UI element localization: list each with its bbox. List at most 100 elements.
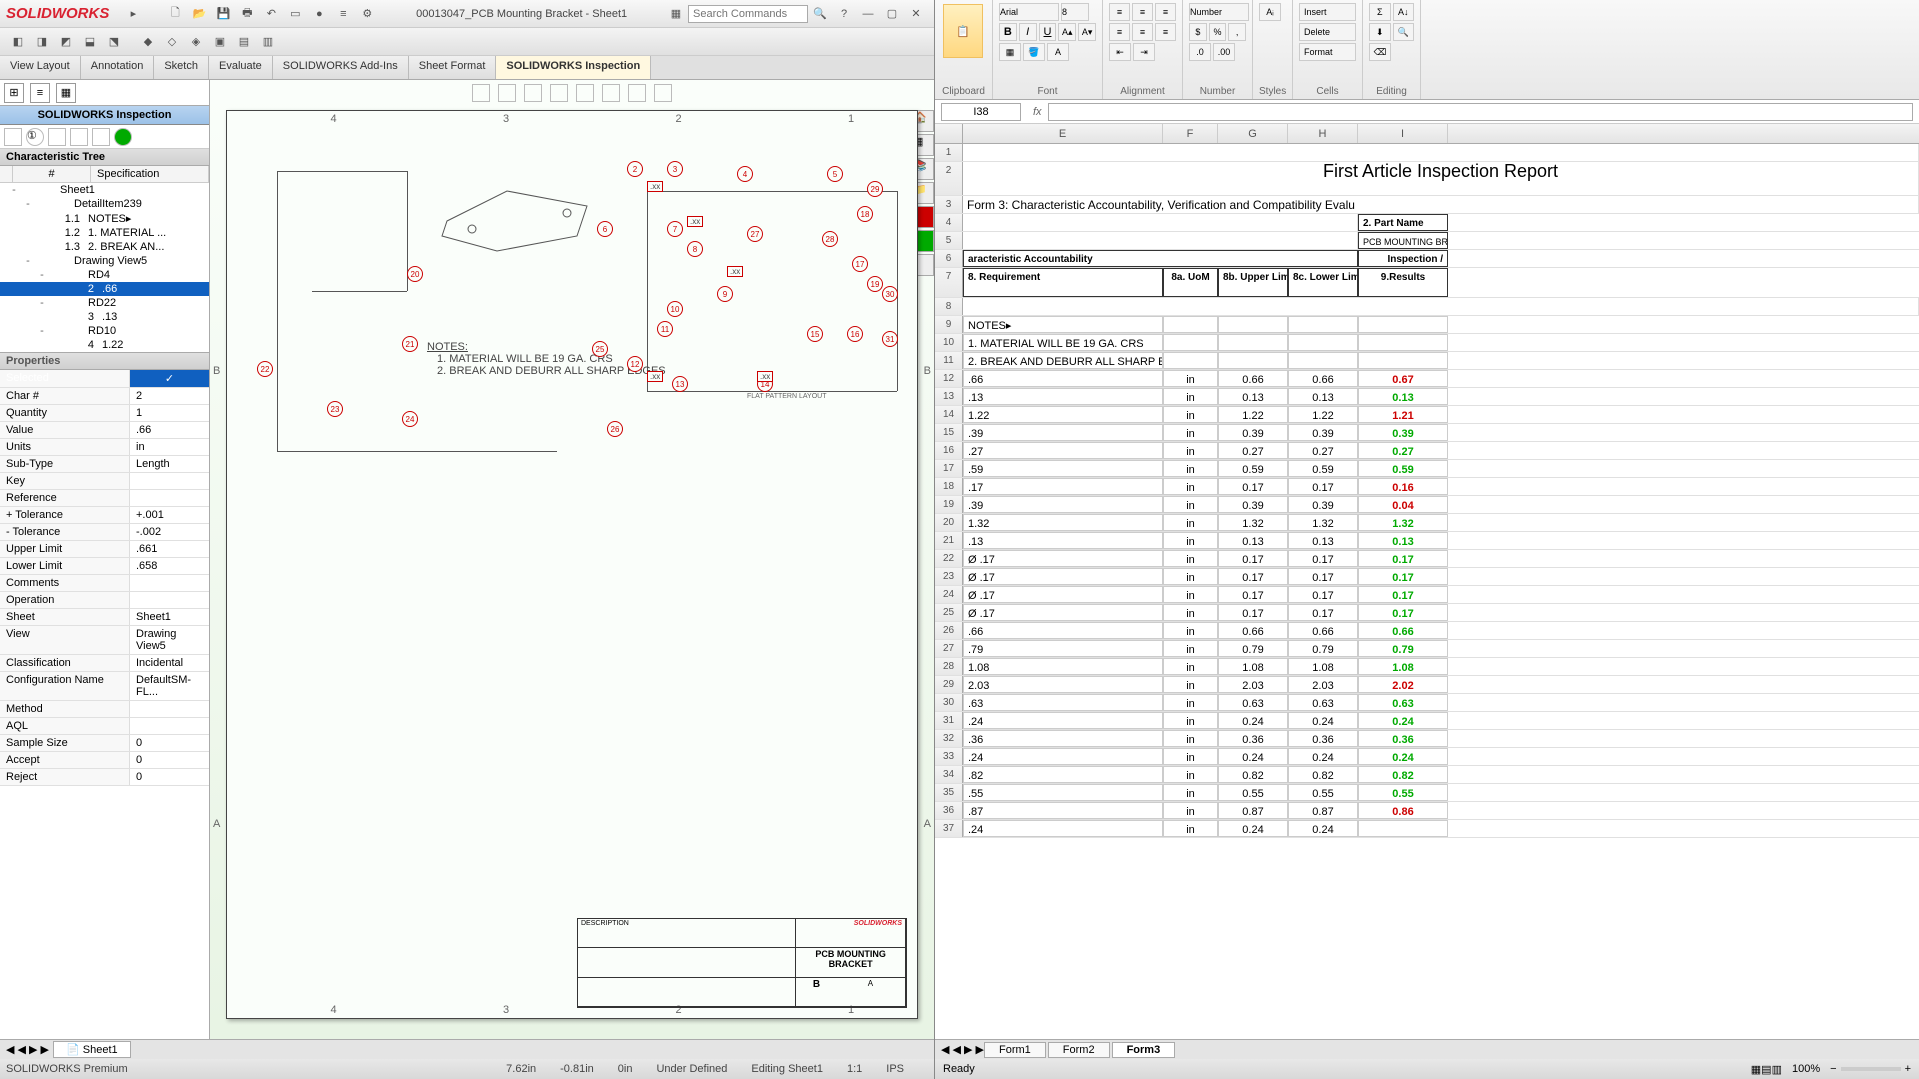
grid-row[interactable]: 201.32in1.321.321.32 <box>935 514 1919 532</box>
balloon[interactable]: 27 <box>747 226 763 242</box>
indent-dec[interactable]: ⇤ <box>1109 43 1131 61</box>
grid-row[interactable]: 31.24in0.240.240.24 <box>935 712 1919 730</box>
grid-row[interactable]: 22Ø .17in0.170.170.17 <box>935 550 1919 568</box>
col-header-F[interactable]: F <box>1163 124 1218 143</box>
balloon[interactable]: 22 <box>257 361 273 377</box>
tree-row[interactable]: 1.32. BREAK AN... <box>0 240 209 254</box>
insp-tool-1[interactable] <box>4 128 22 146</box>
grid-row[interactable]: 101. MATERIAL WILL BE 19 GA. CRS <box>935 334 1919 352</box>
grid-row[interactable]: 15.39in0.390.390.39 <box>935 424 1919 442</box>
number-format-select[interactable] <box>1189 3 1249 21</box>
col-header-E[interactable]: E <box>963 124 1163 143</box>
save-icon[interactable]: 💾 <box>213 4 233 24</box>
grow-font-button[interactable]: A▴ <box>1058 23 1076 41</box>
format-button[interactable]: Format <box>1299 43 1356 61</box>
qa-icon-4[interactable]: ⬓ <box>80 32 100 52</box>
cell-styles[interactable]: Aᵢ <box>1259 3 1281 21</box>
grid-row[interactable]: 3Form 3: Characteristic Accountability, … <box>935 196 1919 214</box>
qa-icon-7[interactable]: ◇ <box>162 32 182 52</box>
balloon[interactable]: 5 <box>827 166 843 182</box>
italic-button[interactable]: I <box>1019 23 1037 41</box>
grid-row[interactable]: 37.24in0.240.24 <box>935 820 1919 838</box>
autosum-button[interactable]: Σ <box>1369 3 1391 21</box>
property-row[interactable]: Method <box>0 701 209 718</box>
balloon[interactable]: 6 <box>597 221 613 237</box>
grid-row[interactable]: 24Ø .17in0.170.170.17 <box>935 586 1919 604</box>
grid-row[interactable]: 141.22in1.221.221.21 <box>935 406 1919 424</box>
property-row[interactable]: Reject0 <box>0 769 209 786</box>
property-row[interactable]: + Tolerance+.001 <box>0 507 209 524</box>
grid-row[interactable]: 2First Article Inspection Report <box>935 162 1919 196</box>
clear-button[interactable]: ⌫ <box>1369 43 1391 61</box>
view-break-icon[interactable]: ▥ <box>1772 1063 1782 1076</box>
fx-icon[interactable]: fx <box>1033 106 1042 118</box>
font-color-button[interactable]: A <box>1047 43 1069 61</box>
sheet-tab-form2[interactable]: Form2 <box>1048 1042 1110 1058</box>
apply-scene-icon[interactable] <box>628 84 646 102</box>
insert-button[interactable]: Insert <box>1299 3 1356 21</box>
grid-row[interactable]: 6aracteristic AccountabilityInspection / <box>935 250 1919 268</box>
view-layout-icon[interactable]: ▤ <box>1761 1063 1771 1076</box>
tree-row[interactable]: -RD4 <box>0 268 209 282</box>
sort-button[interactable]: A↓ <box>1393 3 1415 21</box>
name-box[interactable] <box>941 103 1021 121</box>
col-header-H[interactable]: H <box>1288 124 1358 143</box>
property-row[interactable]: Reference <box>0 490 209 507</box>
grid-row[interactable]: 16.27in0.270.270.27 <box>935 442 1919 460</box>
grid-row[interactable]: 12.66in0.660.660.67 <box>935 370 1919 388</box>
grid-row[interactable]: 281.08in1.081.081.08 <box>935 658 1919 676</box>
select-all-corner[interactable] <box>935 124 963 143</box>
qa-icon-10[interactable]: ▤ <box>234 32 254 52</box>
balloon[interactable]: 16 <box>847 326 863 342</box>
zoom-fit-icon[interactable] <box>472 84 490 102</box>
balloon[interactable]: 19 <box>867 276 883 292</box>
grid-row[interactable]: 18.17in0.170.170.16 <box>935 478 1919 496</box>
dimension[interactable]: .xx <box>647 181 663 192</box>
property-row[interactable]: Accept0 <box>0 752 209 769</box>
view-normal-icon[interactable]: ▦ <box>1751 1063 1761 1076</box>
balloon[interactable]: 7 <box>667 221 683 237</box>
tree-row[interactable]: 41.22 <box>0 338 209 352</box>
qa-icon-3[interactable]: ◩ <box>56 32 76 52</box>
balloon[interactable]: 18 <box>857 206 873 222</box>
sw-tab-solidworks-inspection[interactable]: SOLIDWORKS Inspection <box>496 56 651 79</box>
grid-row[interactable]: 21.13in0.130.130.13 <box>935 532 1919 550</box>
property-row[interactable]: Unitsin <box>0 439 209 456</box>
grid-row[interactable]: 32.36in0.360.360.36 <box>935 730 1919 748</box>
indent-inc[interactable]: ⇥ <box>1133 43 1155 61</box>
qa-icon-2[interactable]: ◨ <box>32 32 52 52</box>
grid-row[interactable]: 27.79in0.790.790.79 <box>935 640 1919 658</box>
sheet-tab-form1[interactable]: Form1 <box>984 1042 1046 1058</box>
grid-row[interactable]: 9NOTES▸ <box>935 316 1919 334</box>
balloon[interactable]: 21 <box>402 336 418 352</box>
qa-icon-11[interactable]: ▥ <box>258 32 278 52</box>
search-commands-input[interactable] <box>688 5 808 23</box>
formula-input[interactable] <box>1048 103 1913 121</box>
select-icon[interactable]: ▭ <box>285 4 305 24</box>
property-row[interactable]: Char #2 <box>0 388 209 405</box>
inc-decimal[interactable]: .0 <box>1189 43 1211 61</box>
balloon[interactable]: 29 <box>867 181 883 197</box>
open-icon[interactable]: 📂 <box>189 4 209 24</box>
sw-tab-solidworks-add-ins[interactable]: SOLIDWORKS Add-Ins <box>273 56 409 79</box>
property-row[interactable]: ClassificationIncidental <box>0 655 209 672</box>
grid-row[interactable]: 1 <box>935 144 1919 162</box>
font-size-select[interactable] <box>1061 3 1089 21</box>
tree-row[interactable]: 2.66 <box>0 282 209 296</box>
print-icon[interactable]: 🖶 <box>237 4 257 24</box>
property-row[interactable]: Sample Size0 <box>0 735 209 752</box>
property-row[interactable]: Value.66 <box>0 422 209 439</box>
grid-row[interactable]: 35.55in0.550.550.55 <box>935 784 1919 802</box>
dimension[interactable]: .xx <box>647 371 663 382</box>
property-row[interactable]: Configuration NameDefaultSM-FL... <box>0 672 209 701</box>
tree-row[interactable]: -DetailItem239 <box>0 197 209 211</box>
tab-nav[interactable]: ◀ ◀ ▶ ▶ <box>941 1043 984 1056</box>
grid-row[interactable]: 33.24in0.240.240.24 <box>935 748 1919 766</box>
balloon[interactable]: 9 <box>717 286 733 302</box>
col-header-I[interactable]: I <box>1358 124 1448 143</box>
property-row[interactable]: SheetSheet1 <box>0 609 209 626</box>
comma-button[interactable]: , <box>1228 23 1246 41</box>
dimension[interactable]: .xx <box>687 216 703 227</box>
border-button[interactable]: ▦ <box>999 43 1021 61</box>
close-icon[interactable]: ✕ <box>906 4 926 24</box>
